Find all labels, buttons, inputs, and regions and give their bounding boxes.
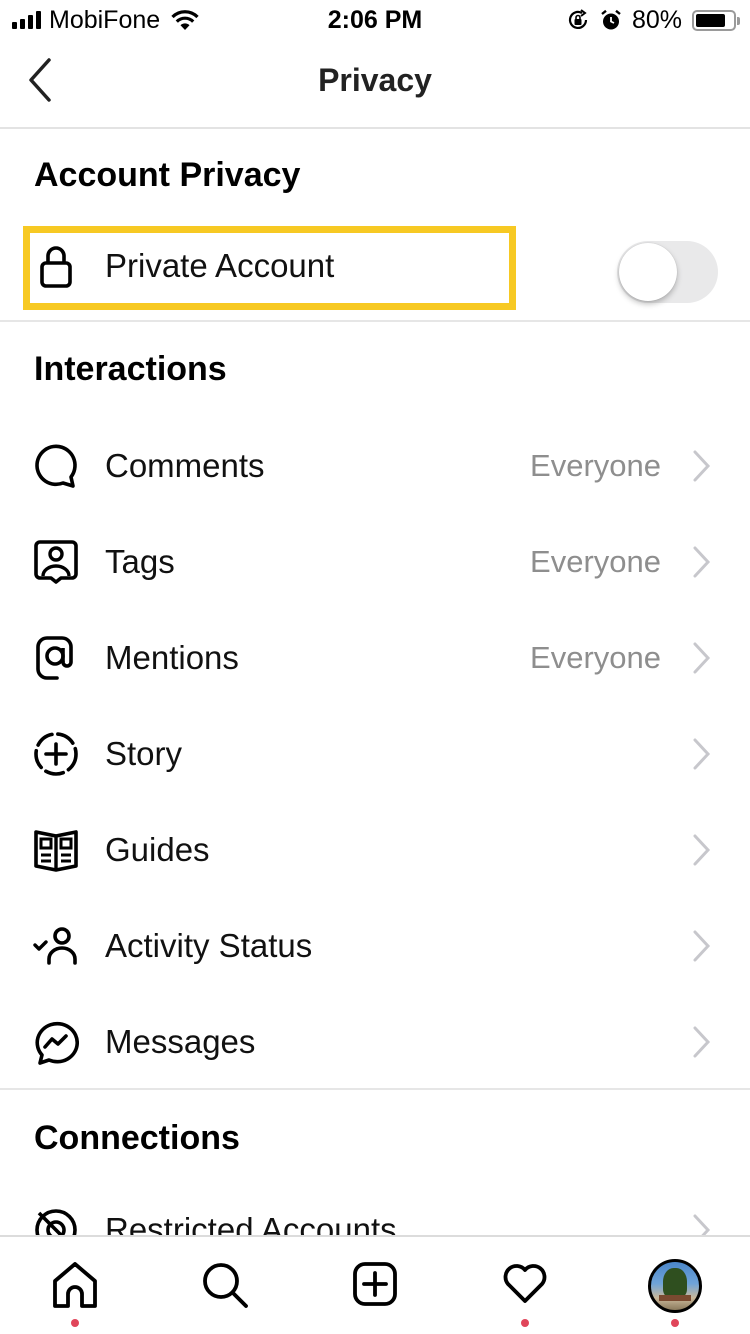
tab-bar xyxy=(0,1235,750,1334)
notification-dot xyxy=(71,1319,79,1327)
row-value: Everyone xyxy=(530,640,661,675)
tab-activity[interactable] xyxy=(450,1237,600,1334)
private-account-toggle[interactable] xyxy=(617,241,718,303)
chevron-right-icon xyxy=(693,834,711,866)
nav-bar: Privacy xyxy=(0,40,750,129)
row-tags[interactable]: Tags Everyone xyxy=(0,514,750,610)
lock-icon xyxy=(33,243,79,289)
guides-book-icon xyxy=(33,827,79,873)
section-title-account-privacy: Account Privacy xyxy=(34,156,301,194)
messenger-icon xyxy=(33,1019,79,1065)
row-comments[interactable]: Comments Everyone xyxy=(0,418,750,514)
row-value: Everyone xyxy=(530,544,661,579)
row-label: Mentions xyxy=(105,639,239,676)
tab-search[interactable] xyxy=(150,1237,300,1334)
row-activity-status[interactable]: Activity Status xyxy=(0,898,750,994)
row-label: Messages xyxy=(105,1023,256,1060)
section-title-connections: Connections xyxy=(34,1119,240,1157)
notification-dot xyxy=(521,1319,529,1327)
tab-profile[interactable] xyxy=(600,1237,750,1334)
notification-dot xyxy=(671,1319,679,1327)
home-icon xyxy=(53,1262,97,1308)
chevron-right-icon xyxy=(693,930,711,962)
heart-icon xyxy=(503,1264,547,1303)
orientation-lock-icon xyxy=(568,9,588,29)
divider xyxy=(0,1088,750,1090)
row-label: Story xyxy=(105,735,183,772)
row-messages[interactable]: Messages xyxy=(0,994,750,1090)
at-sign-icon xyxy=(33,635,79,681)
avatar xyxy=(648,1259,702,1313)
status-right: 80% xyxy=(566,5,740,34)
tag-person-icon xyxy=(33,539,79,585)
plus-square-icon xyxy=(353,1262,397,1306)
chevron-right-icon xyxy=(693,1026,711,1058)
battery-icon xyxy=(692,9,740,31)
row-label: Comments xyxy=(105,447,265,484)
chevron-right-icon xyxy=(693,450,711,482)
tab-home[interactable] xyxy=(0,1237,150,1334)
row-value: Everyone xyxy=(530,448,661,483)
alarm-icon xyxy=(601,9,621,30)
row-label: Activity Status xyxy=(105,927,313,964)
battery-percent: 80% xyxy=(631,5,682,34)
tab-new-post[interactable] xyxy=(300,1237,450,1334)
chevron-right-icon xyxy=(693,642,711,674)
chevron-right-icon xyxy=(693,738,711,770)
page-title: Privacy xyxy=(318,62,432,98)
story-add-icon xyxy=(33,731,79,777)
row-label: Guides xyxy=(105,831,210,868)
status-bar: MobiFone 2:06 PM 80% xyxy=(0,0,750,40)
row-story[interactable]: Story xyxy=(0,706,750,802)
row-label: Tags xyxy=(105,543,175,580)
search-icon xyxy=(203,1263,248,1308)
row-label: Private Account xyxy=(105,247,335,284)
activity-status-icon xyxy=(33,923,79,969)
divider xyxy=(0,320,750,322)
comment-icon xyxy=(33,443,79,489)
section-title-interactions: Interactions xyxy=(34,350,227,388)
row-mentions[interactable]: Mentions Everyone xyxy=(0,610,750,706)
toggle-knob xyxy=(619,243,677,301)
chevron-right-icon xyxy=(693,546,711,578)
row-guides[interactable]: Guides xyxy=(0,802,750,898)
